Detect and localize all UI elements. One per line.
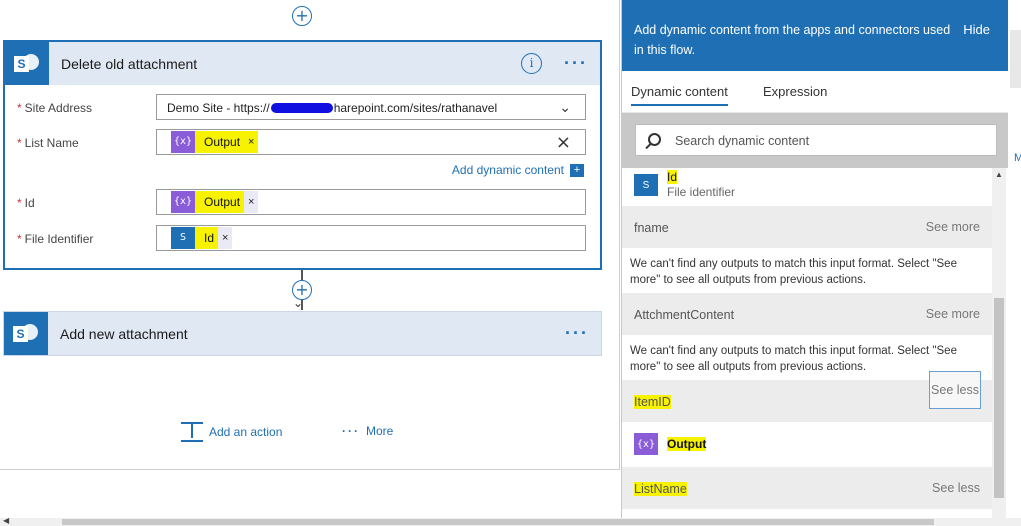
file-identifier-label: * File Identifier <box>17 232 94 246</box>
group-header: ItemID See less <box>622 371 992 422</box>
site-address-label: * Site Address <box>17 101 93 115</box>
sharepoint-icon: S <box>171 227 195 249</box>
site-address-row: * Site Address Demo Site - https://harepo… <box>5 94 600 122</box>
insert-step-top-icon[interactable]: + <box>292 6 312 26</box>
card-menu-icon[interactable]: ··· <box>564 53 588 74</box>
sharepoint-icon: S <box>634 174 658 196</box>
more-button[interactable]: ··· More <box>342 424 393 438</box>
group-header: AttchmentContent See more <box>622 293 992 335</box>
variable-icon: {x} <box>634 433 658 455</box>
id-label: * Id <box>17 196 35 210</box>
group-header: ListName See less <box>622 467 992 509</box>
plus-icon: + <box>570 163 584 177</box>
card-title: Add new attachment <box>60 325 188 342</box>
search-input[interactable]: Search dynamic content <box>635 124 997 156</box>
group-name: ListName <box>634 482 687 496</box>
list-name-token[interactable]: {x} Output × <box>171 131 259 153</box>
panel-message: Add dynamic content from the apps and co… <box>634 23 951 57</box>
list-item[interactable]: S Id File identifier <box>622 168 992 206</box>
hide-button[interactable]: Hide <box>963 22 990 37</box>
scroll-thumb[interactable] <box>994 298 1004 498</box>
group-name: AttchmentContent <box>634 308 735 322</box>
tab-expression[interactable]: Expression <box>763 84 827 99</box>
chevron-down-icon[interactable]: ⌄ <box>559 99 571 116</box>
tab-dynamic-content[interactable]: Dynamic content <box>631 84 728 106</box>
panel-scrollbar[interactable]: ▲ <box>992 168 1006 520</box>
file-identifier-token[interactable]: S Id × <box>171 227 233 249</box>
panel-tabs: Dynamic content Expression <box>622 71 1008 113</box>
see-less-button[interactable]: See less <box>932 481 980 495</box>
search-icon <box>648 133 661 146</box>
variable-icon: {x} <box>171 131 195 153</box>
list-name-input[interactable]: {x} Output × × <box>156 129 586 155</box>
group-header: fname See more <box>622 206 992 248</box>
arrow-down-icon: ⌄ <box>293 296 304 310</box>
horizontal-scrollbar[interactable]: ◀ <box>0 516 1021 526</box>
see-less-button[interactable]: See less <box>929 371 981 409</box>
variable-icon: {x} <box>171 191 195 213</box>
search-area: Search dynamic content <box>622 113 1008 168</box>
file-identifier-row: * File Identifier S Id × <box>5 225 600 253</box>
background-band <box>1010 30 1021 88</box>
add-dynamic-content-link[interactable]: Add dynamic content + <box>452 163 584 177</box>
see-more-button[interactable]: See more <box>926 307 980 321</box>
sharepoint-icon: S <box>4 312 48 355</box>
action-card-delete-attachment: S Delete old attachment i ··· * Site Addr… <box>3 40 602 270</box>
id-input[interactable]: {x} Output × <box>156 189 586 215</box>
item-name: Output <box>667 437 707 451</box>
search-placeholder: Search dynamic content <box>675 134 810 148</box>
clear-icon[interactable]: × <box>556 132 571 153</box>
card-title: Delete old attachment <box>61 55 198 72</box>
background-sliver: M <box>1008 0 1021 526</box>
action-card-add-attachment[interactable]: S Add new attachment ··· <box>3 311 602 356</box>
token-remove-icon[interactable]: × <box>218 227 232 249</box>
flow-canvas: + S Delete old attachment i ··· * Site Ad… <box>0 0 620 470</box>
list-name-row: * List Name {x} Output × × <box>5 129 600 157</box>
redaction-mark <box>270 103 333 113</box>
group-name: ItemID <box>634 395 671 409</box>
id-token[interactable]: {x} Output × <box>171 191 259 213</box>
token-remove-icon[interactable]: × <box>244 131 259 153</box>
info-icon[interactable]: i <box>521 53 543 74</box>
no-outputs-message: We can't find any outputs to match this … <box>630 258 957 286</box>
dynamic-content-list: S Id File identifier fname See more We c… <box>622 168 992 520</box>
token-label: Id <box>195 227 219 249</box>
site-address-value: Demo Site - https://harepoint.com/sites/… <box>167 101 498 115</box>
see-more-button[interactable]: See more <box>926 220 980 234</box>
scroll-up-icon[interactable]: ▲ <box>995 170 1003 179</box>
file-identifier-input[interactable]: S Id × <box>156 225 586 251</box>
token-label: Output <box>195 131 245 153</box>
item-name: Id <box>667 170 678 184</box>
scroll-left-icon[interactable]: ◀ <box>3 516 9 525</box>
scroll-thumb[interactable] <box>62 519 934 525</box>
sharepoint-icon: S <box>5 42 49 85</box>
add-action-icon <box>181 422 203 442</box>
group-name: fname <box>634 221 669 235</box>
card-header[interactable]: S Delete old attachment i ··· <box>5 42 600 85</box>
token-label: Output <box>195 191 245 213</box>
list-name-label: * List Name <box>17 136 79 150</box>
site-address-dropdown[interactable]: Demo Site - https://harepoint.com/sites/… <box>156 94 586 120</box>
card-menu-icon[interactable]: ··· <box>565 323 589 344</box>
token-remove-icon[interactable]: × <box>244 191 258 213</box>
add-action-button[interactable]: Add an action <box>181 422 282 442</box>
panel-header: Add dynamic content from the apps and co… <box>622 0 1008 71</box>
id-row: * Id {x} Output × <box>5 189 600 217</box>
list-item[interactable]: {x} Output <box>622 424 992 464</box>
dynamic-content-panel: Add dynamic content from the apps and co… <box>621 0 1008 520</box>
background-text: M <box>1014 152 1021 164</box>
item-description: File identifier <box>667 185 736 199</box>
